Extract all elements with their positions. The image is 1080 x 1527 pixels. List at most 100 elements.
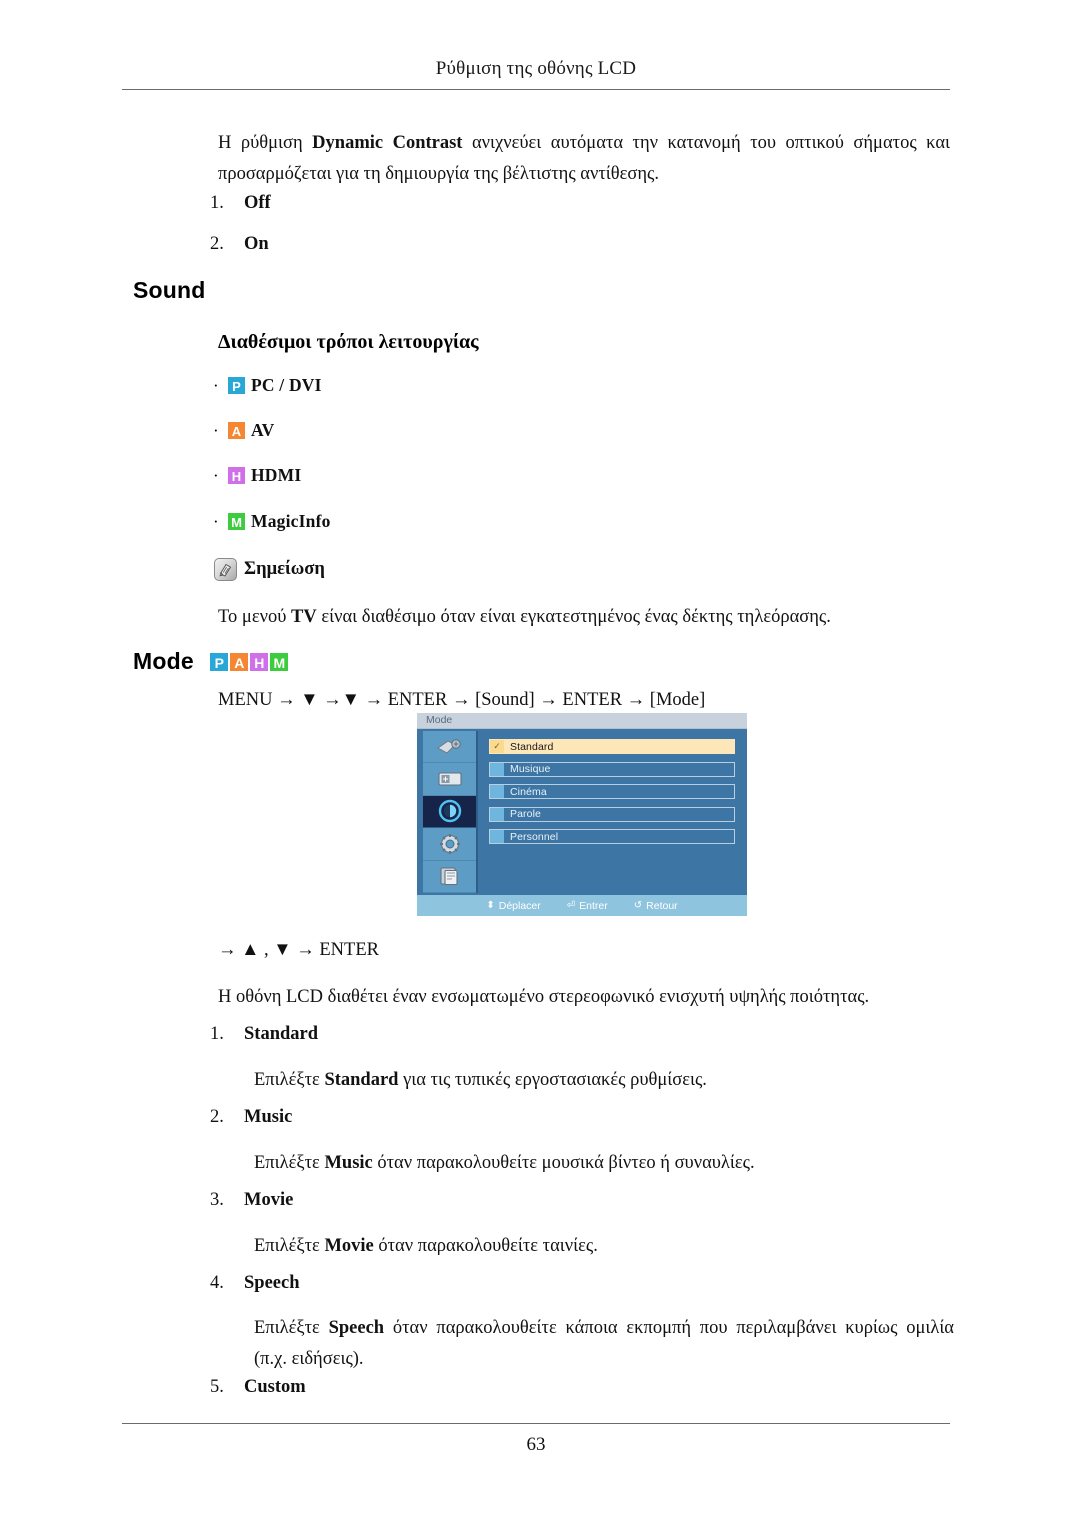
osd-body: ✓ Standard Musique Cinéma Parole Personn… [417,729,747,895]
list-item-description: Επιλέξτε Movie όταν παρακολουθείτε ταινί… [254,1231,954,1262]
list-item-number: 4. [210,1273,224,1293]
osd-footer-move[interactable]: ⬍ Déplacer [486,900,540,912]
dynamic-contrast-paragraph: Η ρύθμιση Dynamic Contrast ανιχνεύει αυτ… [218,128,950,190]
item-tab [490,762,504,776]
list-item-number: 2. [210,234,224,254]
desc-suffix: όταν παρακολουθείτε μουσικά βίντεο ή συν… [372,1153,755,1173]
mode-description: Η οθόνη LCD διαθέτει έναν ενσωματωμένο σ… [218,987,870,1007]
osd-footer-label: Entrer [579,899,608,912]
osd-list-item-personnel[interactable]: Personnel [489,829,735,844]
desc-bold: Standard [324,1070,399,1090]
osd-sidebar-item-sound[interactable] [423,795,476,829]
note-hand-glyph [219,563,232,577]
nav-instruction: → ▲ , ▼ → ENTER [218,940,379,960]
osd-list-item-musique[interactable]: Musique [489,761,735,777]
multi-control-icon [439,867,458,886]
osd-sidebar-item-picture[interactable] [423,731,476,764]
list-item-label: Music [244,1107,293,1127]
osd-screenshot: Mode ✓ Standard Musique Cinéma Parole Pe… [417,713,747,916]
mode-supported-badges: P A H M [209,651,290,672]
list-item-label: On [244,234,269,254]
move-arrows-icon: ⬍ [486,899,495,911]
list-item-number: 5. [210,1377,224,1397]
check-icon: ✓ [490,740,504,753]
osd-footer-label: Retour [646,899,678,912]
item-tab [490,807,504,821]
sound-icon [438,800,461,823]
desc-bold: Music [324,1153,373,1173]
page-number: 63 [526,1434,546,1455]
desc-bold: Movie [324,1236,374,1256]
osd-sidebar-item-setup[interactable] [423,828,476,861]
list-item-label: Standard [244,1024,319,1044]
osd-list-item-label: Personnel [510,830,559,843]
mode-label: HDMI [251,465,302,485]
subheading-available-modes: Διαθέσιμοι τρόποι λειτουργίας [218,331,479,353]
list-item-number: 1. [210,1024,224,1044]
list-item: 2. Music [210,1107,292,1128]
menu-path: MENU → ▼ →▼ → ENTER → [Sound] → ENTER → … [218,690,706,710]
desc-bold: Speech [328,1318,385,1338]
mode-label: MagicInfo [251,511,331,531]
list-item: 5. Custom [210,1377,306,1398]
note-text-bold: TV [291,607,317,627]
osd-footer-return[interactable]: ↺ Retour [634,900,678,912]
osd-mode-list: ✓ Standard Musique Cinéma Parole Personn… [489,739,735,852]
list-item-number: 1. [210,193,224,213]
mode-label: AV [251,420,275,440]
mode-bullet-magicinfo: · M MagicInfo [213,511,331,532]
list-item-number: 2. [210,1107,224,1127]
desc-prefix: Επιλέξτε [254,1070,325,1090]
return-arrow-icon: ↺ [633,899,643,911]
list-item: 4. Speech [210,1273,300,1294]
desc-prefix: Επιλέξτε [254,1318,329,1338]
section-heading-mode: Mode P A H M [133,648,290,675]
list-item: 1. Off [210,193,271,214]
document-page: Ρύθμιση της οθόνης LCD Η ρύθμιση Dynamic… [0,0,1080,1527]
list-item-number: 3. [210,1190,224,1210]
desc-suffix: όταν παρακολουθείτε ταινίες. [373,1236,598,1256]
desc-suffix: για τις τυπικές εργοστασιακές ρυθμίσεις. [398,1070,707,1090]
hdmi-badge-icon: H [249,651,270,672]
list-item-label: Off [244,193,271,213]
picture-icon [436,738,461,754]
desc-prefix: Επιλέξτε [254,1236,325,1256]
list-item-description: Επιλέξτε Music όταν παρακολουθείτε μουσι… [254,1148,954,1179]
av-badge-icon: A [229,651,250,672]
bullet-icon: · [213,376,219,395]
osd-list-item-standard[interactable]: ✓ Standard [489,739,735,754]
list-item: 2. On [210,234,269,255]
osd-list-item-parole[interactable]: Parole [489,806,735,822]
osd-list-item-label: Cinéma [510,785,547,798]
magicinfo-badge-icon: M [269,651,290,672]
osd-list-item-cinema[interactable]: Cinéma [489,784,735,799]
paragraph-prefix: Η ρύθμιση [218,133,313,153]
note-label: Σημείωση [244,559,325,579]
osd-sidebar [423,731,478,893]
bullet-icon: · [213,512,219,531]
osd-title: Mode [426,714,453,726]
setup-gear-icon [439,833,460,854]
section-heading-sound: Sound [133,277,206,303]
osd-sidebar-item-multi-control[interactable] [423,861,476,893]
note-block: Σημείωση [214,558,325,581]
pc-dvi-badge-icon: P [227,376,246,395]
osd-footer: ⬍ Déplacer ⏎ Entrer ↺ Retour [417,895,747,916]
osd-list-item-label: Standard [510,740,554,753]
osd-list-item-label: Musique [510,763,551,775]
mode-bullet-av: · A AV [213,420,274,441]
enter-key-icon: ⏎ [566,899,576,911]
av-badge-icon: A [227,421,246,440]
section-heading-mode-label: Mode [133,648,194,674]
osd-list-item-label: Parole [510,808,541,820]
osd-sidebar-item-image-size[interactable] [423,763,476,796]
desc-prefix: Επιλέξτε [254,1153,325,1173]
osd-footer-label: Déplacer [498,899,541,912]
bullet-icon: · [213,466,219,485]
list-item-description: Επιλέξτε Speech όταν παρακολουθείτε κάπο… [254,1313,954,1375]
list-item-label: Speech [244,1273,300,1293]
image-size-icon [437,772,462,786]
magicinfo-badge-icon: M [227,512,246,531]
osd-footer-enter[interactable]: ⏎ Entrer [567,900,608,912]
note-text-prefix: Το μενού [218,607,291,627]
